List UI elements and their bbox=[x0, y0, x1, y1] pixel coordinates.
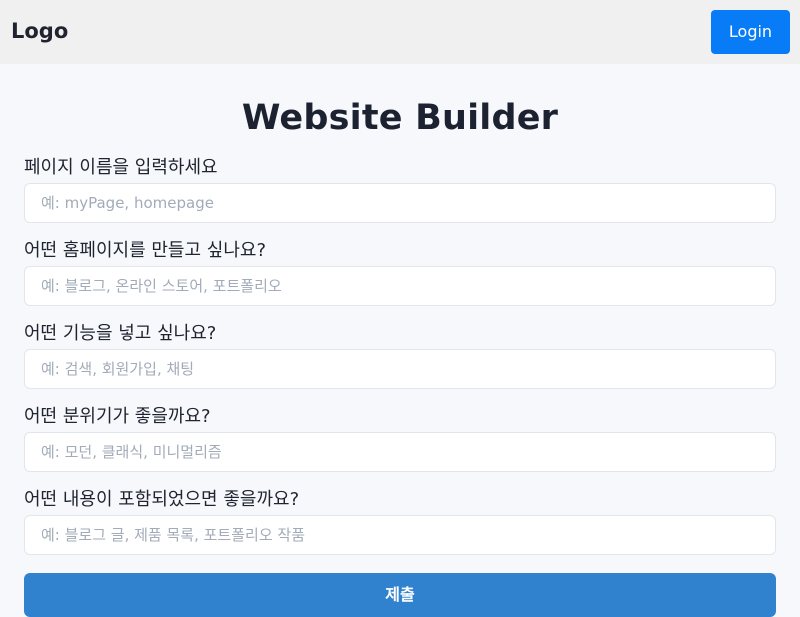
top-navigation-bar: Logo Login bbox=[0, 0, 800, 64]
website-type-field: 어떤 홈페이지를 만들고 싶나요? bbox=[24, 239, 776, 306]
page-name-field: 페이지 이름을 입력하세요 bbox=[24, 156, 776, 223]
content-label: 어떤 내용이 포함되었으면 좋을까요? bbox=[24, 489, 300, 510]
website-type-label: 어떤 홈페이지를 만들고 싶나요? bbox=[24, 240, 266, 261]
mood-field: 어떤 분위기가 좋을까요? bbox=[24, 405, 776, 472]
mood-input[interactable] bbox=[24, 432, 776, 472]
features-field: 어떤 기능을 넣고 싶나요? bbox=[24, 322, 776, 389]
website-type-input[interactable] bbox=[24, 266, 776, 306]
login-button[interactable]: Login bbox=[711, 10, 790, 54]
submit-button[interactable]: 제출 bbox=[24, 573, 776, 617]
content-field: 어떤 내용이 포함되었으면 좋을까요? bbox=[24, 488, 776, 555]
page-title: Website Builder bbox=[241, 98, 559, 138]
mood-label: 어떤 분위기가 좋을까요? bbox=[24, 406, 211, 427]
features-input[interactable] bbox=[24, 349, 776, 389]
logo: Logo bbox=[11, 19, 69, 43]
website-builder-form: Website Builder 페이지 이름을 입력하세요 어떤 홈페이지를 만… bbox=[0, 64, 800, 617]
content-input[interactable] bbox=[24, 515, 776, 555]
page-name-label: 페이지 이름을 입력하세요 bbox=[24, 157, 218, 178]
features-label: 어떤 기능을 넣고 싶나요? bbox=[24, 323, 217, 344]
page-name-input[interactable] bbox=[24, 183, 776, 223]
